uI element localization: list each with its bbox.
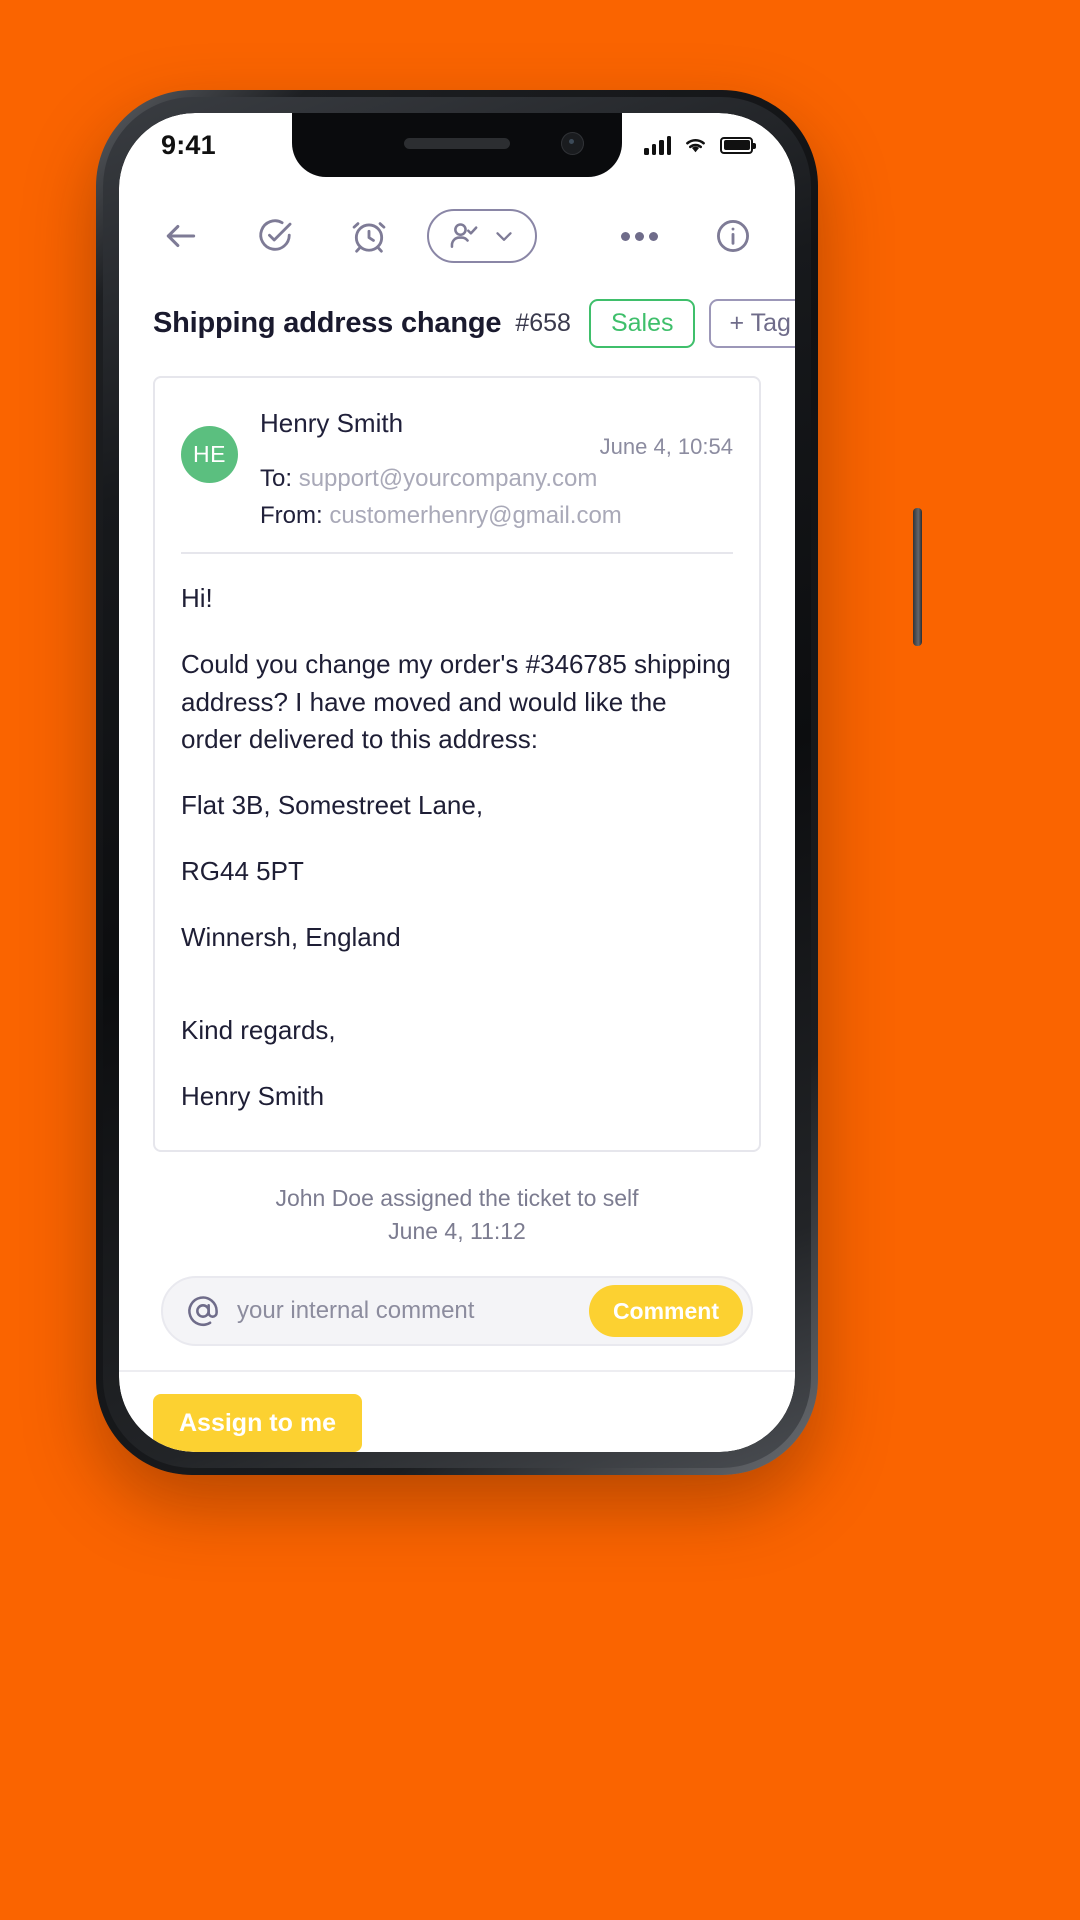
ticket-toolbar bbox=[119, 177, 795, 295]
info-circle-icon[interactable] bbox=[705, 208, 761, 264]
email-body-line: Kind regards, bbox=[181, 1015, 336, 1046]
system-note: John Doe assigned the ticket to self Jun… bbox=[119, 1182, 795, 1249]
status-indicators bbox=[644, 135, 756, 155]
tag-sales[interactable]: Sales bbox=[588, 299, 696, 348]
battery-icon bbox=[720, 136, 756, 154]
from-label: From: bbox=[260, 502, 323, 530]
status-bar: 9:41 bbox=[119, 113, 795, 177]
add-tag-button[interactable]: + Tag bbox=[709, 299, 795, 348]
app-content: Shipping address change #658 Sales + Tag… bbox=[119, 177, 795, 1452]
status-time: 9:41 bbox=[161, 129, 216, 160]
wifi-icon bbox=[686, 138, 705, 153]
phone-screen-bezel: 9:41 Shipping address change #658 Sales … bbox=[119, 113, 795, 1452]
ticket-header: Shipping address change #658 Sales + Tag bbox=[119, 295, 795, 348]
ticket-number: #658 bbox=[515, 309, 571, 337]
to-address: support@yourcompany.com bbox=[298, 465, 598, 492]
phone-screen: 9:41 Shipping address change #658 Sales … bbox=[119, 113, 795, 1452]
system-note-text: John Doe assigned the ticket to self bbox=[275, 1184, 639, 1211]
system-note-timestamp: June 4, 11:12 bbox=[388, 1217, 526, 1244]
more-horizontal-icon[interactable] bbox=[611, 208, 667, 264]
power-button[interactable] bbox=[913, 508, 922, 646]
email-body-line: RG44 5PT bbox=[181, 855, 304, 886]
to-label: To: bbox=[260, 465, 293, 492]
email-meta: Henry Smith June 4, 10:54 To: support@yo… bbox=[260, 404, 733, 534]
cellular-signal-icon bbox=[644, 135, 671, 155]
email-card: HE Henry Smith June 4, 10:54 To: support… bbox=[153, 376, 761, 1152]
from-address: customerhenry@gmail.com bbox=[329, 502, 622, 530]
alarm-clock-icon[interactable] bbox=[341, 208, 397, 264]
assignee-selector[interactable] bbox=[427, 209, 537, 263]
phone-frame: 9:41 Shipping address change #658 Sales … bbox=[96, 90, 922, 1475]
email-to-line: To: support@yourcompany.com bbox=[260, 460, 733, 497]
email-body-line: Hi! bbox=[181, 583, 213, 614]
comment-submit-button[interactable]: Comment bbox=[588, 1285, 743, 1338]
email-body-line: Henry Smith bbox=[181, 1080, 325, 1111]
chevron-down-icon bbox=[491, 223, 517, 249]
avatar: HE bbox=[181, 426, 238, 483]
internal-comment-bar: Comment bbox=[161, 1276, 753, 1347]
email-body-line: Flat 3B, Somestreet Lane, bbox=[181, 790, 484, 821]
email-body-line: Could you change my order's #346785 ship… bbox=[181, 649, 731, 755]
sender-name: Henry Smith bbox=[260, 408, 404, 438]
page-background: 9:41 Shipping address change #658 Sales … bbox=[0, 0, 1080, 1920]
email-timestamp: June 4, 10:54 bbox=[599, 434, 733, 459]
person-check-icon bbox=[447, 219, 481, 253]
check-circle-icon[interactable] bbox=[247, 208, 303, 264]
email-body: Hi! Could you change my order's #346785 … bbox=[155, 554, 759, 1149]
email-from-line: From: customerhenry@gmail.com bbox=[260, 497, 733, 534]
phone-bezel: 9:41 Shipping address change #658 Sales … bbox=[103, 97, 811, 1468]
email-body-line: Winnersh, England bbox=[181, 921, 401, 952]
email-header: HE Henry Smith June 4, 10:54 To: support… bbox=[155, 378, 759, 534]
assign-to-me-button[interactable]: Assign to me bbox=[153, 1394, 362, 1452]
at-mention-icon[interactable] bbox=[185, 1293, 221, 1329]
comment-input[interactable] bbox=[221, 1296, 589, 1327]
page-title: Shipping address change bbox=[153, 307, 502, 339]
back-arrow-icon[interactable] bbox=[153, 208, 209, 264]
bottom-action-bar: Assign to me bbox=[119, 1370, 795, 1452]
